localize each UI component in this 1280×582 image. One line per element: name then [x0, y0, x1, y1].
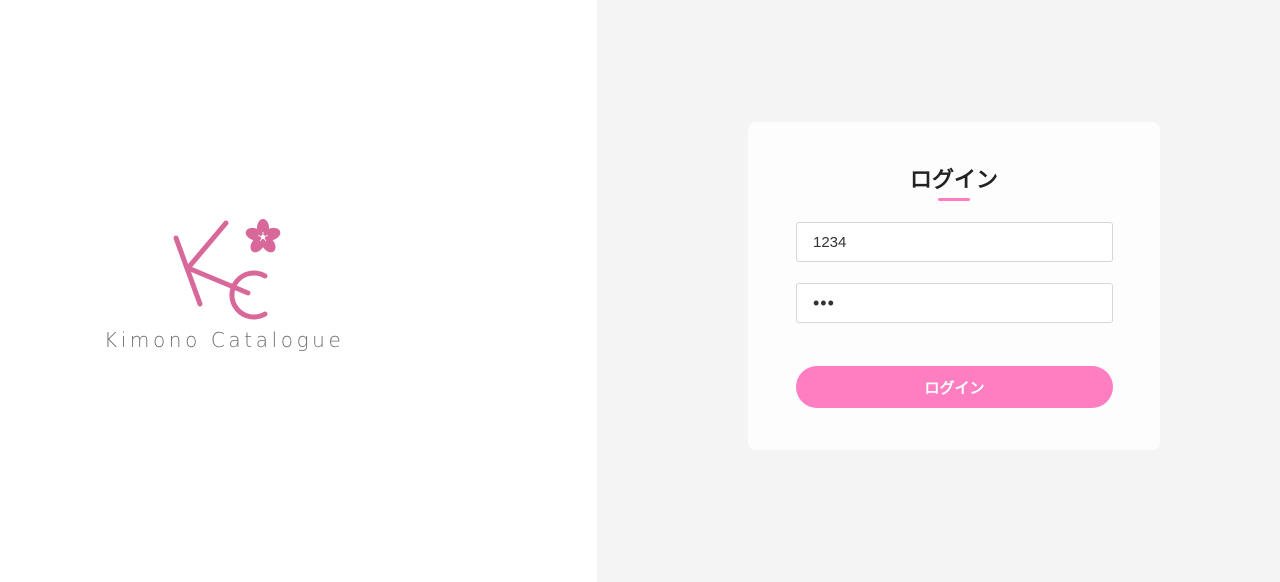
- brand-name: Kimono Catalogue: [104, 328, 345, 352]
- login-title: ログイン: [909, 168, 998, 193]
- title-underline: [938, 198, 970, 201]
- kc-logo-icon: [173, 219, 281, 320]
- user-id-input[interactable]: [796, 222, 1113, 262]
- sakura-icon: [245, 219, 281, 253]
- login-card: ログイン ログイン: [748, 122, 1160, 450]
- login-page: Kimono Catalogue ログイン ログイン: [0, 0, 1280, 582]
- login-panel: ログイン ログイン: [597, 0, 1280, 582]
- password-input[interactable]: [796, 283, 1113, 323]
- login-button[interactable]: ログイン: [796, 366, 1113, 408]
- brand-panel: Kimono Catalogue: [0, 0, 597, 582]
